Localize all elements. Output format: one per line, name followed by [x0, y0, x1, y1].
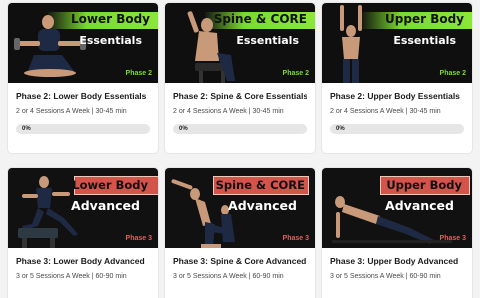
program-card-upper-body-advanced[interactable]: Upper Body Advanced Phase 3 Phase 3: Upp… [322, 168, 472, 298]
card-schedule: 2 or 4 Sessions A Week | 30-45 min [16, 108, 127, 115]
card-schedule: 3 or 5 Sessions A Week | 60-90 min [173, 273, 284, 280]
program-card-lower-body-essentials[interactable]: Lower Body Essentials Phase 2 Phase 2: L… [8, 3, 158, 153]
progress-bar: 0% [330, 124, 464, 134]
banner-subtitle: Essentials [393, 34, 456, 47]
banner-title: Spine & CORE [215, 178, 305, 192]
program-thumbnail: Lower Body Essentials Phase 2 [8, 3, 158, 83]
progress-bar: 0% [173, 124, 307, 134]
progress-label: 0% [179, 126, 188, 132]
card-title: Phase 2: Upper Body Essentials [330, 91, 460, 101]
banner-title: Lower Body [72, 178, 148, 192]
program-card-spine-core-advanced[interactable]: Spine & CORE Advanced Phase 3 Phase 3: S… [165, 168, 315, 298]
banner-subtitle: Essentials [236, 34, 299, 47]
program-thumbnail: Spine & CORE Essentials Phase 2 [165, 3, 315, 83]
phase-tag: Phase 3 [125, 235, 152, 242]
card-title: Phase 2: Spine & Core Essentials [173, 91, 307, 101]
banner-title: Spine & CORE [213, 12, 307, 26]
program-thumbnail: Upper Body Essentials Phase 2 [322, 3, 472, 83]
phase-tag: Phase 3 [439, 235, 466, 242]
phase-tag: Phase 2 [439, 70, 466, 77]
program-thumbnail: Spine & CORE Advanced Phase 3 [165, 168, 315, 248]
phase-tag: Phase 3 [282, 235, 309, 242]
banner-title: Lower Body [70, 12, 150, 26]
phase-tag: Phase 2 [282, 70, 309, 77]
program-grid: Lower Body Essentials Phase 2 Phase 2: L… [0, 0, 480, 298]
banner-subtitle: Advanced [385, 198, 454, 213]
card-schedule: 2 or 4 Sessions A Week | 30-45 min [173, 108, 284, 115]
program-card-spine-core-essentials[interactable]: Spine & CORE Essentials Phase 2 Phase 2:… [165, 3, 315, 153]
program-thumbnail: Upper Body Advanced Phase 3 [322, 168, 472, 248]
progress-bar: 0% [16, 124, 150, 134]
card-title: Phase 3: Spine & Core Advanced [173, 256, 307, 266]
card-title: Phase 2: Lower Body Essentials [16, 91, 147, 101]
progress-label: 0% [336, 126, 345, 132]
banner-subtitle: Essentials [79, 34, 142, 47]
progress-label: 0% [22, 126, 31, 132]
banner-title: Upper Body [386, 178, 462, 192]
phase-tag: Phase 2 [125, 70, 152, 77]
banner-subtitle: Advanced [71, 198, 140, 213]
program-thumbnail: Lower Body Advanced Phase 3 [8, 168, 158, 248]
banner-title: Upper Body [385, 12, 464, 26]
card-title: Phase 3: Lower Body Advanced [16, 256, 145, 266]
banner-subtitle: Advanced [228, 198, 297, 213]
program-card-upper-body-essentials[interactable]: Upper Body Essentials Phase 2 Phase 2: U… [322, 3, 472, 153]
card-schedule: 2 or 4 Sessions A Week | 30-45 min [330, 108, 441, 115]
program-card-lower-body-advanced[interactable]: Lower Body Advanced Phase 3 Phase 3: Low… [8, 168, 158, 298]
card-schedule: 3 or 5 Sessions A Week | 60-90 min [330, 273, 441, 280]
card-title: Phase 3: Upper Body Advanced [330, 256, 459, 266]
card-schedule: 3 or 5 Sessions A Week | 60-90 min [16, 273, 127, 280]
